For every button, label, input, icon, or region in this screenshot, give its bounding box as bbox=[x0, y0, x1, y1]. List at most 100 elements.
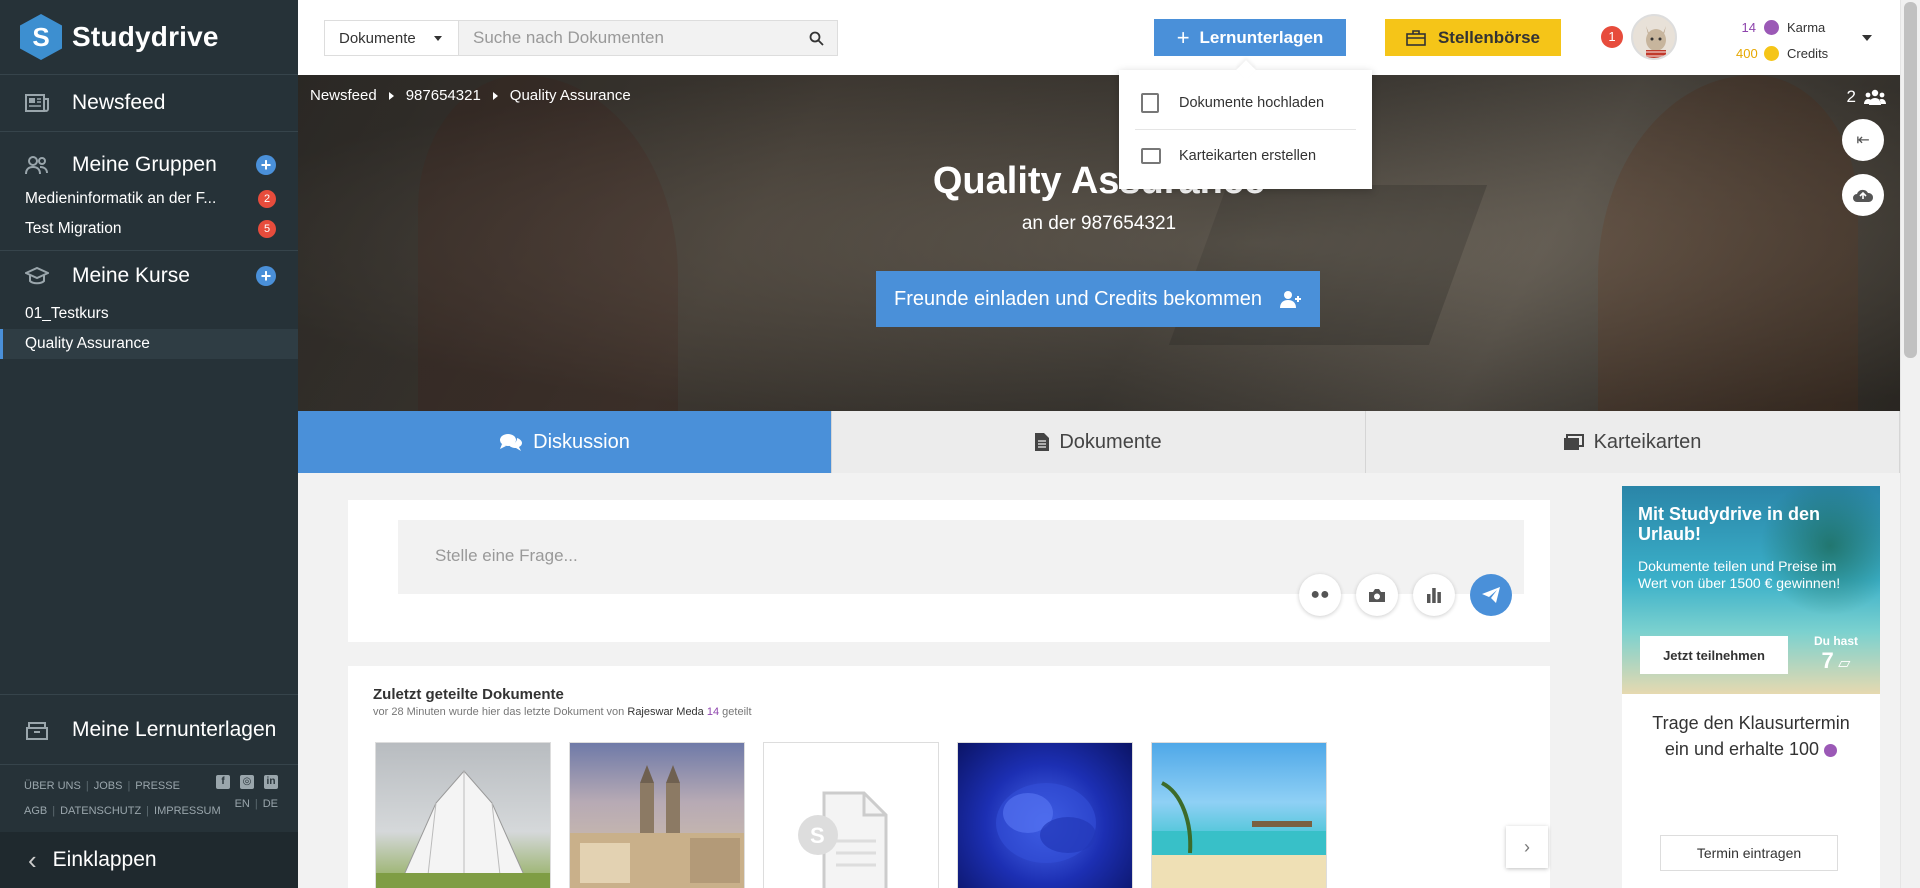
recent-documents-title: Zuletzt geteilte Dokumente bbox=[373, 686, 564, 703]
leave-course-button[interactable]: ⇤ bbox=[1842, 119, 1884, 161]
document-thumbnail[interactable] bbox=[1151, 742, 1327, 888]
logo-text: Studydrive bbox=[72, 21, 219, 52]
user-stats[interactable]: 14 Karma 400 Credits bbox=[1736, 14, 1828, 66]
photo-button[interactable] bbox=[1356, 574, 1398, 616]
sidebar-item-course[interactable]: 01_Testkurs bbox=[0, 299, 298, 329]
lernunterlagen-label: Lernunterlagen bbox=[1199, 27, 1324, 47]
topbar: Dokumente + Lernunterlagen Stellenbörse … bbox=[298, 0, 1900, 75]
course-tabs: Diskussion Dokumente Karteikarten bbox=[298, 411, 1900, 473]
document-thumbnail[interactable] bbox=[569, 742, 745, 888]
scrollbar-thumb[interactable] bbox=[1904, 2, 1917, 358]
footer-link[interactable]: PRESSE bbox=[135, 780, 180, 792]
sidebar-item-course-active[interactable]: Quality Assurance bbox=[0, 329, 298, 359]
carousel-next-button[interactable]: › bbox=[1506, 826, 1548, 868]
flashcards-icon bbox=[1563, 434, 1584, 450]
sidebar-groups: Meine Gruppen + Medieninformatik an der … bbox=[0, 132, 298, 251]
karma-icon bbox=[1764, 19, 1779, 35]
logo[interactable]: S Studydrive bbox=[0, 0, 298, 75]
question-composer: Stelle eine Frage... ●● bbox=[348, 500, 1550, 642]
tab-discussion[interactable]: Diskussion bbox=[298, 411, 832, 473]
promo-banner[interactable]: Mit Studydrive in den Urlaub! Dokumente … bbox=[1622, 486, 1880, 694]
search-type-select[interactable]: Dokumente bbox=[325, 21, 459, 55]
members-count[interactable]: 2 bbox=[1847, 87, 1886, 107]
breadcrumb-item[interactable]: 987654321 bbox=[406, 87, 481, 104]
document-thumbnail[interactable] bbox=[957, 742, 1133, 888]
search-button[interactable] bbox=[795, 21, 837, 55]
sidebar: S Studydrive Newsfeed Meine Gruppen + Me… bbox=[0, 0, 298, 888]
sidebar-item-group[interactable]: Medieninformatik an der F... 2 bbox=[0, 184, 298, 214]
sidebar-label-courses: Meine Kurse bbox=[72, 264, 190, 287]
sidebar-bottom: Meine Lernunterlagen ÜBER UNS | JOBS | PRE… bbox=[0, 694, 298, 888]
promo-join-button[interactable]: Jetzt teilnehmen bbox=[1640, 636, 1788, 674]
footer-link[interactable]: JOBS bbox=[94, 780, 123, 792]
lernunterlagen-button[interactable]: + Lernunterlagen bbox=[1154, 19, 1346, 56]
create-flashcards-item[interactable]: Karteikarten erstellen bbox=[1135, 129, 1356, 181]
user-menu-caret-icon[interactable] bbox=[1862, 35, 1872, 41]
recent-documents-meta: vor 28 Minuten wurde hier das letzte Dok… bbox=[373, 706, 752, 718]
karma-value: 14 bbox=[1741, 19, 1756, 35]
tab-documents[interactable]: Dokumente bbox=[832, 411, 1366, 473]
lang-de[interactable]: DE bbox=[263, 798, 278, 810]
sidebar-item-courses[interactable]: Meine Kurse + bbox=[0, 257, 298, 295]
job-board-button[interactable]: Stellenbörse bbox=[1385, 19, 1561, 56]
group-label: Medieninformatik an der F... bbox=[25, 190, 217, 207]
credits-value: 400 bbox=[1736, 45, 1758, 61]
logo-icon: S bbox=[20, 14, 62, 60]
page-title: Quality Assurance bbox=[932, 160, 1266, 202]
meta-prefix: vor 28 Minuten wurde hier das letzte Dok… bbox=[373, 706, 625, 718]
page-scrollbar[interactable] bbox=[1900, 0, 1920, 888]
breadcrumb-item[interactable]: Newsfeed bbox=[310, 87, 377, 104]
members-value: 2 bbox=[1846, 87, 1856, 106]
meta-user[interactable]: Rajeswar Meda bbox=[627, 706, 703, 718]
notification-badge[interactable]: 1 bbox=[1601, 26, 1623, 48]
linkedin-icon[interactable]: in bbox=[264, 775, 278, 789]
footer-link[interactable]: AGB bbox=[24, 805, 47, 817]
sidebar-item-materials[interactable]: Meine Lernunterlagen bbox=[0, 694, 298, 764]
search-input[interactable] bbox=[459, 21, 795, 55]
collapse-label: Einklappen bbox=[52, 848, 157, 871]
footer-link[interactable]: DATENSCHUTZ bbox=[60, 805, 141, 817]
collapse-sidebar-button[interactable]: ‹ Einklappen bbox=[0, 832, 298, 888]
add-group-icon[interactable]: + bbox=[256, 155, 276, 175]
facebook-icon[interactable]: f bbox=[216, 775, 230, 789]
karma-label: Karma bbox=[1787, 19, 1826, 35]
document-placeholder-icon: S bbox=[798, 791, 888, 888]
tab-label: Diskussion bbox=[533, 430, 630, 453]
users-icon bbox=[24, 154, 50, 176]
create-flashcards-label: Karteikarten erstellen bbox=[1179, 147, 1317, 164]
promo-text: Dokumente teilen und Preise im Wert von … bbox=[1638, 558, 1841, 591]
document-thumbnail[interactable] bbox=[375, 742, 551, 888]
send-button[interactable] bbox=[1470, 574, 1512, 616]
main-content: Stelle eine Frage... ●● Zuletzt geteilte… bbox=[298, 473, 1900, 888]
search-type-value: Dokumente bbox=[339, 29, 416, 47]
composer-tools: ●● bbox=[1299, 574, 1512, 616]
sidebar-item-groups[interactable]: Meine Gruppen + bbox=[0, 146, 298, 184]
sidebar-item-group[interactable]: Test Migration 5 bbox=[0, 214, 298, 244]
graduation-cap-icon bbox=[24, 265, 50, 287]
sidebar-label-materials: Meine Lernunterlagen bbox=[72, 717, 277, 741]
social-links: f ◎ in bbox=[216, 775, 278, 789]
language-switch: EN | DE bbox=[234, 798, 278, 810]
credits-icon bbox=[1764, 45, 1779, 61]
course-hero: Newsfeed 987654321 Quality Assurance 2 ⇤… bbox=[298, 75, 1900, 411]
add-course-icon[interactable]: + bbox=[256, 266, 276, 286]
add-exam-date-button[interactable]: Termin eintragen bbox=[1660, 835, 1838, 871]
plus-icon: + bbox=[1176, 24, 1190, 50]
anonymous-button[interactable]: ●● bbox=[1299, 574, 1341, 616]
newspaper-icon bbox=[24, 92, 50, 114]
avatar[interactable] bbox=[1631, 14, 1677, 60]
footer-link[interactable]: ÜBER UNS bbox=[24, 780, 81, 792]
instagram-icon[interactable]: ◎ bbox=[240, 775, 254, 789]
breadcrumb-item[interactable]: Quality Assurance bbox=[510, 87, 631, 104]
camera-icon bbox=[1369, 588, 1385, 602]
flashcards-icon bbox=[1141, 148, 1161, 164]
lang-en[interactable]: EN bbox=[235, 798, 250, 810]
invite-friends-button[interactable]: Freunde einladen und Credits bekommen bbox=[876, 271, 1320, 327]
footer-link[interactable]: IMPRESSUM bbox=[154, 805, 221, 817]
upload-documents-item[interactable]: Dokumente hochladen bbox=[1119, 77, 1372, 129]
document-thumbnail[interactable]: S bbox=[763, 742, 939, 888]
poll-button[interactable] bbox=[1413, 574, 1455, 616]
sidebar-item-newsfeed[interactable]: Newsfeed bbox=[0, 75, 298, 132]
sidebar-label-newsfeed: Newsfeed bbox=[72, 91, 166, 114]
tab-flashcards[interactable]: Karteikarten bbox=[1366, 411, 1900, 473]
